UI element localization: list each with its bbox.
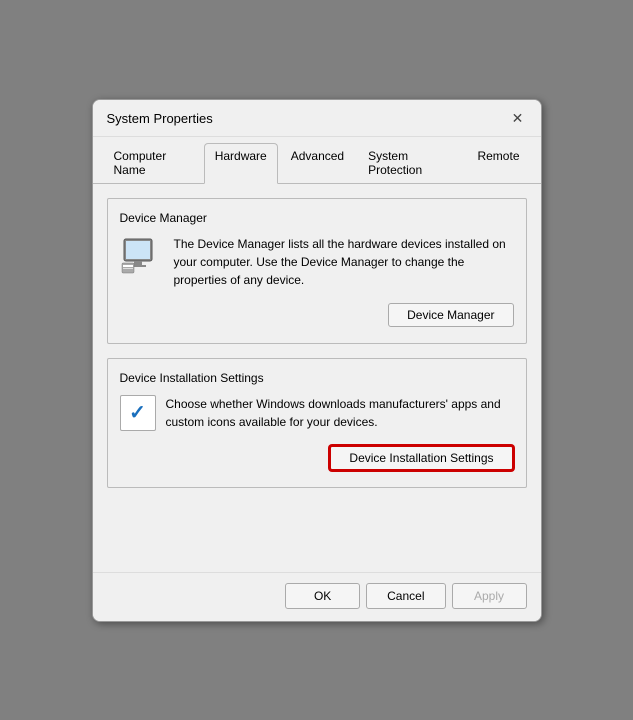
main-content: Device Manager The <box>93 184 541 572</box>
device-installation-settings-button[interactable]: Device Installation Settings <box>329 445 513 471</box>
device-manager-section-label: Device Manager <box>120 211 514 225</box>
device-manager-inner: The Device Manager lists all the hardwar… <box>120 235 514 289</box>
tab-advanced[interactable]: Advanced <box>280 143 355 183</box>
footer: OK Cancel Apply <box>93 572 541 621</box>
ok-button[interactable]: OK <box>285 583 360 609</box>
device-installation-section-label: Device Installation Settings <box>120 371 514 385</box>
checkmark-icon: ✓ <box>129 400 146 425</box>
device-installation-description: Choose whether Windows downloads manufac… <box>166 395 514 431</box>
title-bar: System Properties ✕ <box>93 100 541 137</box>
system-properties-dialog: System Properties ✕ Computer Name Hardwa… <box>92 99 542 622</box>
tab-hardware[interactable]: Hardware <box>204 143 278 184</box>
device-manager-button[interactable]: Device Manager <box>388 303 513 327</box>
device-manager-btn-row: Device Manager <box>120 303 514 327</box>
close-button[interactable]: ✕ <box>507 108 529 130</box>
device-installation-checkbox-area: ✓ Choose whether Windows downloads manuf… <box>120 395 514 431</box>
cancel-button[interactable]: Cancel <box>366 583 445 609</box>
device-manager-description: The Device Manager lists all the hardwar… <box>174 235 514 289</box>
device-manager-section: Device Manager The <box>107 198 527 344</box>
window-title: System Properties <box>107 111 213 126</box>
device-manager-icon <box>120 235 164 279</box>
device-installation-checkbox[interactable]: ✓ <box>120 395 156 431</box>
tab-bar: Computer Name Hardware Advanced System P… <box>93 137 541 184</box>
apply-button[interactable]: Apply <box>452 583 527 609</box>
device-installation-section: Device Installation Settings ✓ Choose wh… <box>107 358 527 488</box>
device-installation-btn-row: Device Installation Settings <box>120 445 514 471</box>
tab-remote[interactable]: Remote <box>466 143 530 183</box>
content-spacer <box>107 502 527 562</box>
tab-computer-name[interactable]: Computer Name <box>103 143 202 183</box>
tab-system-protection[interactable]: System Protection <box>357 143 464 183</box>
